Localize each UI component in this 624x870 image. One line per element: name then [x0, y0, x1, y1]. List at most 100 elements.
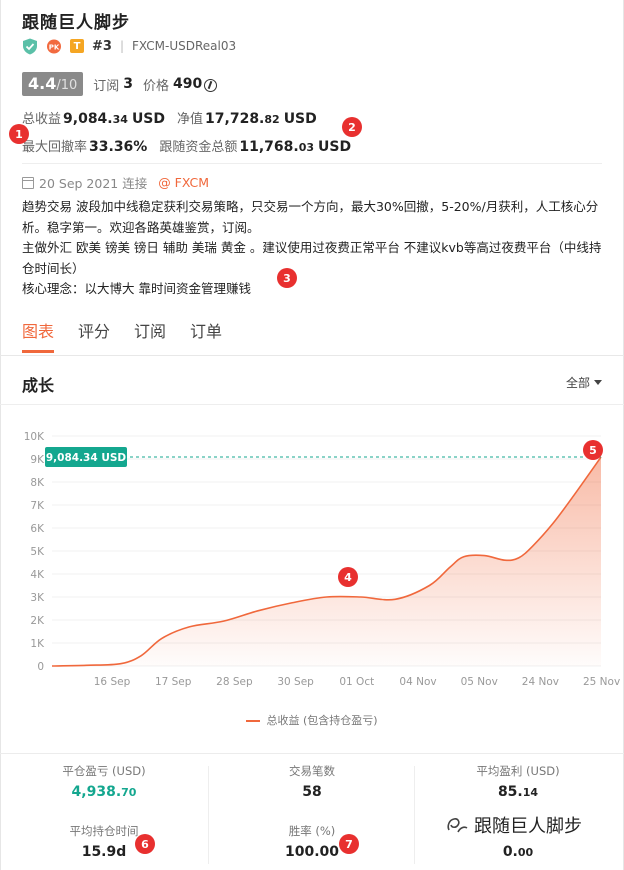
- pk-label: PK: [49, 44, 60, 52]
- trades-label: 交易笔数: [289, 764, 335, 778]
- trades-value: 58: [302, 784, 322, 800]
- chart-legend[interactable]: 总收益 (包含持仓盈亏): [0, 712, 624, 728]
- x-tick-label: 25 Nov: [583, 676, 620, 688]
- t-badge-icon: T: [70, 39, 84, 53]
- coin-icon: [204, 78, 218, 92]
- stats-row-1: 总收益 9,084. 34 USD 净值 17,728. 82 USD: [22, 108, 317, 127]
- tab-rating[interactable]: 评分: [78, 318, 110, 353]
- rating-max: /10: [56, 78, 78, 93]
- description-line: 趋势交易 波段加中线稳定获利交易策略，只交易一个方向，最大30%回撤，5-20%…: [22, 199, 599, 235]
- price-label: 价格: [143, 78, 170, 94]
- growth-chart: 0 1K 2K 3K 4K 5K 6K 7K 8K 9K 10K 16 Sep 17 Sep 28 Sep…: [24, 431, 620, 688]
- y-tick-label: 4K: [30, 569, 45, 581]
- range-filter-dropdown[interactable]: 全部: [566, 374, 602, 391]
- equity-decimals: 82: [264, 113, 280, 126]
- annotation-marker: 6: [135, 834, 155, 854]
- watermark-text: 跟随巨人脚步: [474, 816, 582, 837]
- divider: [22, 163, 602, 164]
- x-tick-label: 16 Sep: [94, 676, 131, 688]
- range-filter-label: 全部: [565, 376, 590, 390]
- badge-row: PK T #3 | FXCM-USDReal03: [22, 37, 236, 55]
- x-tick-label: 28 Sep: [216, 676, 253, 688]
- summary-col-2: 交易笔数 58 胜率 (%) 100.00: [208, 762, 416, 864]
- equity-label: 净值: [177, 112, 204, 127]
- win-rate-label: 胜率 (%): [288, 824, 336, 838]
- profit-unit: USD: [131, 111, 166, 127]
- subscriptions-label: 订阅: [93, 78, 120, 94]
- annotation-marker: 5: [583, 440, 603, 460]
- strategy-title: 跟随巨人脚步: [22, 13, 130, 33]
- summary-divider: [0, 753, 624, 754]
- y-tick-label: 3K: [30, 592, 45, 604]
- tab-divider: [0, 355, 624, 356]
- x-tick-label: 30 Sep: [277, 676, 314, 688]
- follow-funds-label: 跟随资金总额: [159, 140, 238, 155]
- separator: |: [119, 39, 124, 53]
- closed-pl-value: 4,938.70: [71, 784, 137, 800]
- x-tick-label: 17 Sep: [155, 676, 192, 688]
- annotation-marker: 2: [342, 117, 362, 137]
- y-tick-label: 2K: [30, 615, 45, 627]
- annotation-marker: 3: [277, 268, 297, 288]
- section-divider: [0, 404, 624, 405]
- price-value: 490: [173, 76, 203, 92]
- y-tick-label: 6K: [30, 523, 45, 535]
- watermark: 跟随巨人脚步: [446, 812, 582, 838]
- y-tick-label: 9K: [30, 454, 45, 466]
- max-drawdown-value: 33.36%: [89, 139, 148, 155]
- calendar-icon: [22, 176, 34, 189]
- wechat-watermark-icon: [447, 818, 468, 833]
- max-drawdown-label: 最大回撤率: [22, 140, 88, 155]
- avg-hold-label: 平均持仓时间: [69, 824, 139, 838]
- third-value: 0.00: [502, 844, 534, 860]
- caret-down-icon: [594, 380, 602, 385]
- section-title: 成长: [22, 376, 55, 395]
- annotation-marker: 7: [339, 834, 359, 854]
- rank-label: #3: [92, 38, 112, 54]
- rating-score: 4.4: [28, 74, 57, 93]
- verified-shield-icon: [23, 38, 37, 54]
- y-tick-label: 5K: [30, 546, 45, 558]
- y-tick-label: 10K: [24, 431, 45, 443]
- connect-row: 20 Sep 2021 连接 @ FXCM: [22, 173, 209, 192]
- x-tick-label: 04 Nov: [399, 676, 436, 688]
- description-line: 核心理念：以大博大 靠时间资金管理赚钱: [22, 281, 251, 296]
- strategy-description: 趋势交易 波段加中线稳定获利交易策略，只交易一个方向，最大30%回撤，5-20%…: [22, 197, 607, 300]
- legend-label: 总收益 (包含持仓盈亏): [266, 714, 378, 727]
- x-tick-label: 24 Nov: [522, 676, 559, 688]
- avg-profit-label: 平均盈利 (USD): [476, 764, 560, 778]
- broker-link[interactable]: @ FXCM: [158, 175, 209, 190]
- stats-row-2: 最大回撤率 33.36% 跟随资金总额 11,768. 03 USD: [22, 136, 351, 155]
- equity-unit: USD: [283, 111, 317, 127]
- series-area: [52, 457, 601, 666]
- follow-funds-value: 11,768.: [239, 139, 299, 155]
- y-tick-label: 8K: [30, 477, 45, 489]
- follow-funds-decimals: 03: [298, 141, 314, 154]
- profit-value: 9,084.: [63, 111, 113, 127]
- x-tick-label: 05 Nov: [461, 676, 498, 688]
- avg-hold-value: 15.9d: [81, 844, 127, 860]
- rating-box: 4.4 /10: [22, 72, 84, 96]
- y-tick-label: 0: [37, 661, 44, 673]
- closed-pl-label: 平仓盈亏 (USD): [62, 764, 146, 778]
- summary-col-1: 平仓盈亏 (USD) 4,938.70 平均持仓时间 15.9d: [0, 762, 208, 864]
- tab-bar: 图表 评分 订阅 订单: [22, 318, 222, 353]
- equity-value: 17,728.: [205, 111, 265, 127]
- profit-label: 总收益: [22, 112, 62, 127]
- follow-funds-unit: USD: [318, 139, 352, 155]
- subscriptions-value: 3: [123, 76, 134, 92]
- x-tick-label: 01 Oct: [339, 676, 374, 688]
- tab-subscribe[interactable]: 订阅: [134, 318, 166, 353]
- avg-profit-value: 85.14: [497, 784, 539, 800]
- description-line: 主做外汇 欧美 镑美 镑日 辅助 美瑞 黄金 。建议使用过夜费正常平台 不建议k…: [22, 240, 602, 276]
- connect-date: 20 Sep 2021 连接: [39, 176, 148, 191]
- pk-flame-icon: PK: [47, 39, 61, 54]
- tab-orders[interactable]: 订单: [190, 318, 222, 353]
- annotation-marker: 1: [9, 124, 29, 144]
- win-rate-value: 100.00: [284, 844, 340, 860]
- rating-row: 4.4 /10 订阅 3 价格 490: [22, 72, 218, 96]
- last-value-label: 9,084.34 USD: [46, 452, 127, 464]
- y-tick-label: 7K: [30, 500, 45, 512]
- profit-decimals: 34: [112, 113, 128, 126]
- tab-chart[interactable]: 图表: [22, 318, 55, 353]
